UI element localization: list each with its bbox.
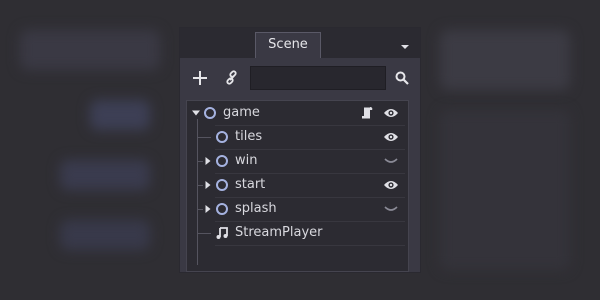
search-icon (395, 71, 409, 85)
expand-arrow-icon[interactable] (203, 197, 213, 221)
row-separator (215, 245, 405, 246)
background (20, 30, 160, 70)
filter-nodes-input[interactable] (250, 66, 386, 90)
eye-visible-icon[interactable] (383, 101, 399, 125)
node-circle-icon (203, 101, 217, 125)
node-circle-icon (215, 149, 229, 173)
dock-menu-icon[interactable] (400, 36, 410, 55)
tree-item-win[interactable]: win (187, 149, 408, 173)
background-item (440, 110, 570, 270)
node-label: game (223, 105, 260, 120)
tab-scene[interactable]: Scene (255, 32, 321, 58)
eye-hidden-icon[interactable] (383, 149, 399, 173)
tree-item-start[interactable]: start (187, 173, 408, 197)
expand-arrow-icon[interactable] (203, 149, 213, 173)
expand-arrow-icon[interactable] (203, 173, 213, 197)
background-item (440, 30, 570, 90)
node-circle-icon (215, 197, 229, 221)
eye-hidden-icon[interactable] (383, 197, 399, 221)
script-icon[interactable] (359, 101, 375, 125)
link-icon (226, 70, 237, 85)
node-label: tiles (235, 129, 263, 144)
scene-toolbar (180, 64, 420, 92)
tree-item-splash[interactable]: splash (187, 197, 408, 221)
tree-item-game[interactable]: game (187, 101, 408, 125)
node-label: splash (235, 201, 277, 216)
eye-visible-icon[interactable] (383, 125, 399, 149)
background-item (90, 100, 150, 130)
tree-item-tiles[interactable]: tiles (187, 125, 408, 149)
node-label: StreamPlayer (235, 225, 323, 240)
scene-tree: game tiles win start splash StreamPlayer (186, 100, 409, 272)
instance-scene-button[interactable] (220, 66, 244, 90)
node-circle-icon (215, 125, 229, 149)
add-node-button[interactable] (188, 66, 212, 90)
node-label: win (235, 153, 258, 168)
tree-item-streamplayer[interactable]: StreamPlayer (187, 221, 408, 245)
music-note-icon (215, 221, 229, 245)
background-item (60, 220, 150, 250)
scene-dock: Scene game tiles win start splash Stream… (180, 28, 420, 272)
background-item (60, 160, 150, 190)
node-label: start (235, 177, 266, 192)
plus-icon (193, 71, 207, 85)
collapse-arrow-icon[interactable] (190, 101, 202, 125)
node-circle-icon (215, 173, 229, 197)
tab-strip: Scene (180, 28, 420, 58)
eye-visible-icon[interactable] (383, 173, 399, 197)
search-button[interactable] (390, 66, 414, 90)
